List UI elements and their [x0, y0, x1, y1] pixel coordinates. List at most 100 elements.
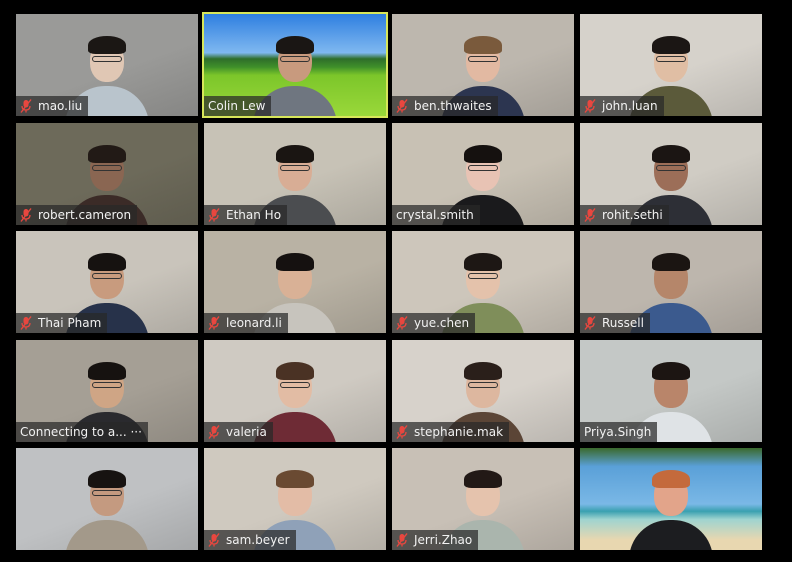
muted-mic-icon — [20, 207, 32, 222]
participant-tile-rohit-sethi[interactable]: rohit.sethi — [580, 122, 762, 225]
muted-mic-icon — [208, 533, 220, 547]
name-label: leonard.li — [204, 313, 288, 333]
name-label: ben.thwaites — [392, 96, 498, 116]
participant-tile-valeria[interactable]: valeria — [204, 339, 386, 442]
glasses — [92, 381, 122, 388]
name-label: valeria — [204, 421, 273, 442]
participant-name: stephanie.mak — [414, 424, 504, 439]
name-label: robert.cameron — [16, 204, 138, 225]
muted-mic-icon — [584, 207, 596, 222]
participant-tile-mao-liu[interactable]: mao.liu — [16, 14, 198, 116]
participant-tile-participant-20[interactable] — [580, 448, 762, 550]
participant-name: rohit.sethi — [602, 207, 663, 222]
glasses — [656, 164, 686, 171]
hair — [464, 470, 502, 488]
participant-tile-john-luan[interactable]: john.luan — [580, 14, 762, 116]
glasses — [280, 381, 310, 388]
participant-tile-priya-singh[interactable]: Priya.Singh — [580, 339, 762, 442]
participant-video — [65, 460, 149, 550]
hair — [276, 36, 314, 54]
participant-name: Jerri.Zhao — [414, 533, 473, 547]
name-label: Colin Lew — [204, 96, 272, 116]
name-label: Russell — [580, 313, 650, 333]
hair — [652, 36, 690, 54]
participant-tile-stephanie-mak[interactable]: stephanie.mak — [392, 339, 574, 442]
hair — [276, 361, 314, 380]
participant-name: yue.chen — [414, 316, 470, 330]
glasses — [92, 273, 122, 279]
participant-tile-ethan-ho[interactable]: Ethan Ho — [204, 122, 386, 225]
participant-tile-colin-lew[interactable]: Colin Lew — [202, 12, 388, 118]
hair — [652, 361, 690, 380]
muted-mic-icon — [396, 533, 408, 547]
participant-tile-jerri-zhao[interactable]: Jerri.Zhao — [392, 448, 574, 550]
hair — [276, 144, 314, 163]
video-feed — [16, 448, 198, 550]
hair — [88, 144, 126, 163]
muted-mic-icon — [584, 316, 596, 330]
torso — [629, 520, 713, 550]
muted-mic-icon — [20, 316, 32, 330]
glasses — [468, 164, 498, 171]
participant-name: Thai Pham — [38, 316, 102, 330]
participant-name: Connecting to a... ··· — [20, 424, 142, 439]
muted-mic-icon — [396, 99, 408, 113]
glasses — [468, 381, 498, 388]
muted-mic-icon — [396, 424, 408, 439]
participant-name: Colin Lew — [208, 99, 266, 113]
participant-name: leonard.li — [226, 316, 282, 330]
participant-name: Priya.Singh — [584, 424, 652, 439]
participant-tile-ben-thwaites[interactable]: ben.thwaites — [392, 14, 574, 116]
muted-mic-icon — [208, 207, 220, 222]
name-label: Thai Pham — [16, 313, 108, 333]
hair — [276, 253, 314, 271]
name-label: Priya.Singh — [580, 421, 658, 442]
gallery-grid: mao.liu Colin Lew ben.thwaites john.luan… — [16, 12, 762, 550]
muted-mic-icon — [584, 99, 596, 113]
name-label: Connecting to a... ··· — [16, 421, 148, 442]
participant-tile-russell[interactable]: Russell — [580, 231, 762, 333]
participant-tile-yue-chen[interactable]: yue.chen — [392, 231, 574, 333]
participant-tile-connecting-to-a[interactable]: Connecting to a... ··· — [16, 339, 198, 442]
glasses — [92, 490, 122, 496]
glasses — [92, 56, 122, 62]
participant-tile-thai-pham[interactable]: Thai Pham — [16, 231, 198, 333]
hair — [652, 144, 690, 163]
glasses — [280, 164, 310, 171]
participant-tile-sam-beyer[interactable]: sam.beyer — [204, 448, 386, 550]
hair — [464, 253, 502, 271]
name-label: john.luan — [580, 96, 664, 116]
participant-name: john.luan — [602, 99, 658, 113]
participant-video — [629, 460, 713, 550]
name-label: mao.liu — [16, 96, 89, 116]
hair — [88, 253, 126, 271]
hair — [464, 361, 502, 380]
name-label: Jerri.Zhao — [392, 530, 479, 550]
glasses — [656, 56, 686, 62]
participant-tile-leonard-li[interactable]: leonard.li — [204, 231, 386, 333]
name-label: crystal.smith — [392, 204, 480, 225]
name-label: stephanie.mak — [392, 421, 510, 442]
name-label: yue.chen — [392, 313, 476, 333]
muted-mic-icon — [208, 316, 220, 330]
hair — [652, 253, 690, 271]
participant-name: valeria — [226, 424, 267, 439]
participant-name: ben.thwaites — [414, 99, 492, 113]
video-feed — [580, 448, 762, 550]
participant-name: Russell — [602, 316, 644, 330]
hair — [652, 470, 690, 488]
hair — [88, 361, 126, 380]
name-label: sam.beyer — [204, 530, 296, 550]
participant-name: sam.beyer — [226, 533, 290, 547]
participant-name: robert.cameron — [38, 207, 132, 222]
participant-tile-crystal-smith[interactable]: crystal.smith — [392, 122, 574, 225]
participant-tile-participant-17[interactable] — [16, 448, 198, 550]
hair — [88, 470, 126, 488]
glasses — [92, 164, 122, 171]
participant-tile-robert-cameron[interactable]: robert.cameron — [16, 122, 198, 225]
glasses — [468, 273, 498, 279]
hair — [276, 470, 314, 488]
torso — [65, 520, 149, 550]
name-label: Ethan Ho — [204, 204, 288, 225]
muted-mic-icon — [396, 316, 408, 330]
